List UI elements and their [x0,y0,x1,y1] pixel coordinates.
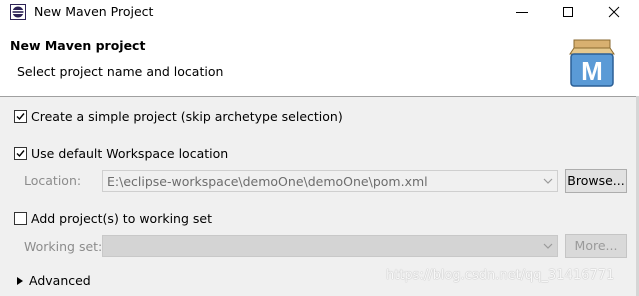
page-subtitle: Select project name and location [17,64,224,79]
working-set-combo[interactable] [102,235,558,257]
close-button[interactable] [591,0,637,24]
more-button[interactable]: More... [565,234,627,258]
location-combo[interactable]: E:\eclipse-workspace\demoOne\demoOne\pom… [102,170,558,192]
working-set-label: Working set: [24,239,103,254]
svg-text:M: M [581,56,603,86]
page-title: New Maven project [10,38,146,53]
title-bar: New Maven Project [0,0,639,24]
expand-arrow-icon[interactable] [16,276,24,286]
minimize-icon [516,12,528,13]
watermark-text: https://blog.csdn.net/qq_31416771 [386,268,615,283]
wizard-header: New Maven project Select project name an… [0,24,639,97]
default-workspace-row: Use default Workspace location [0,144,639,164]
maven-logo-icon: M [569,39,615,87]
close-icon [608,6,620,18]
maximize-button[interactable] [545,0,591,24]
chevron-down-icon [543,178,553,184]
checkmark-icon [16,113,25,121]
simple-project-label[interactable]: Create a simple project (skip archetype … [31,109,343,124]
eclipse-icon [10,4,26,20]
working-set-check-label[interactable]: Add project(s) to working set [31,211,212,226]
simple-project-checkbox[interactable] [14,110,27,123]
working-set-check-row: Add project(s) to working set [0,209,639,229]
maximize-icon [563,7,573,17]
location-label: Location: [24,173,82,188]
minimize-button[interactable] [499,0,545,24]
simple-project-row: Create a simple project (skip archetype … [0,107,639,127]
chevron-down-icon [543,243,553,249]
checkmark-icon [16,150,25,158]
default-workspace-label[interactable]: Use default Workspace location [31,146,228,161]
advanced-section-label[interactable]: Advanced [29,273,91,288]
working-set-checkbox[interactable] [14,212,27,225]
window-title: New Maven Project [34,4,154,19]
browse-button[interactable]: Browse... [565,169,627,193]
location-value: E:\eclipse-workspace\demoOne\demoOne\pom… [107,174,428,189]
default-workspace-checkbox[interactable] [14,147,27,160]
